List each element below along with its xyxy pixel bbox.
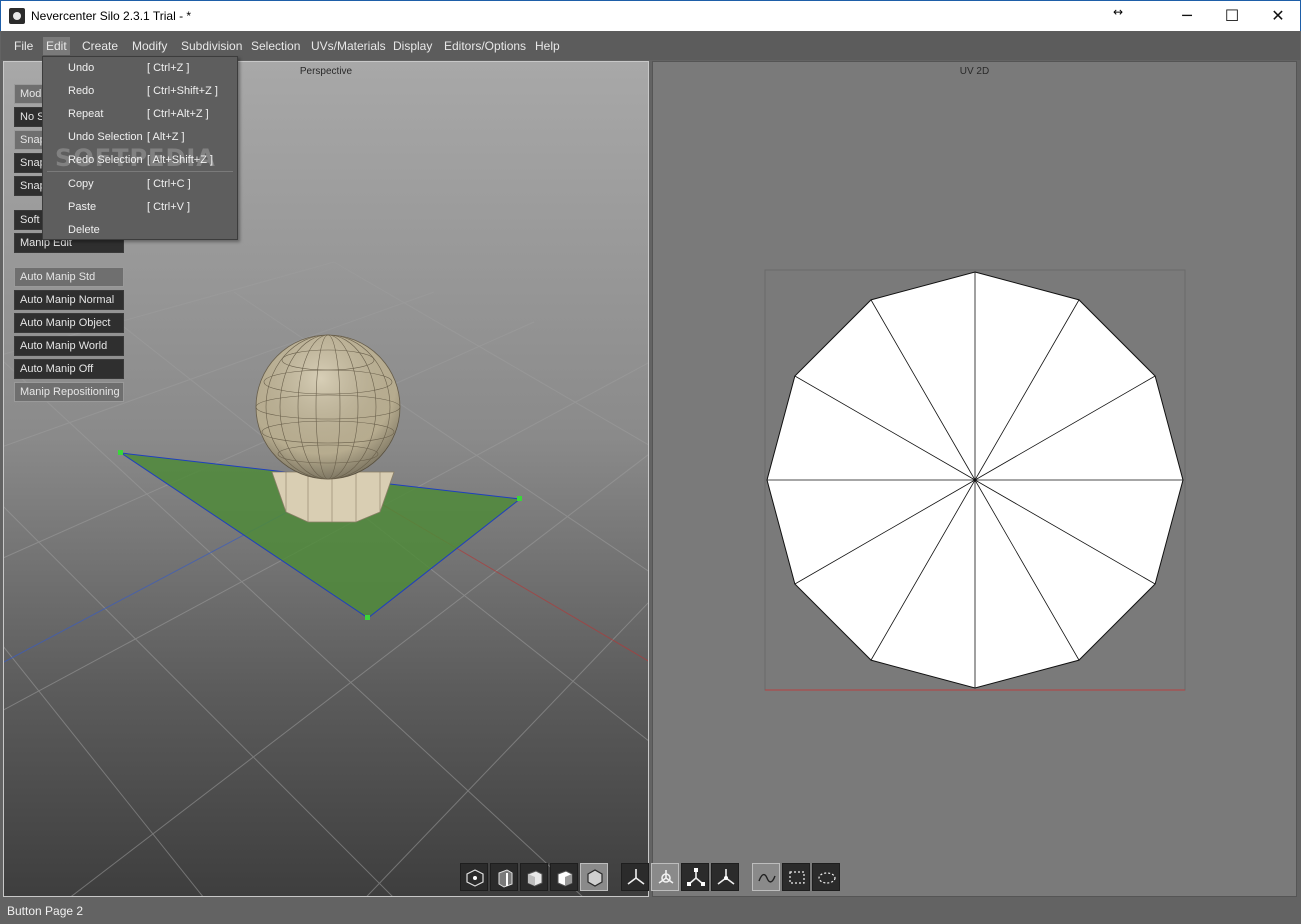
menu-item-delete[interactable]: Delete <box>43 219 237 241</box>
multi-mode-icon[interactable] <box>580 863 608 891</box>
close-button[interactable]: ✕ <box>1255 1 1301 31</box>
uv-polygon[interactable] <box>766 271 1184 689</box>
vertex-handle[interactable] <box>517 496 522 501</box>
move-manip-icon[interactable] <box>621 863 649 891</box>
resize-arrow-icon: ↔ <box>1113 5 1124 19</box>
app-window: Nevercenter Silo 2.3.1 Trial - * ↔ ─ ☐ ✕… <box>0 0 1301 924</box>
menu-item-undo-selection[interactable]: Undo Selection[ Alt+Z ] <box>43 126 237 148</box>
menu-help[interactable]: Help <box>532 37 563 55</box>
window-title: Nevercenter Silo 2.3.1 Trial - * <box>31 9 192 23</box>
menu-selection[interactable]: Selection <box>248 37 303 55</box>
menu-file[interactable]: File <box>11 37 36 55</box>
scale-manip-icon[interactable] <box>681 863 709 891</box>
minimize-button[interactable]: ─ <box>1164 1 1210 31</box>
menu-separator <box>47 171 233 172</box>
rotate-manip-icon[interactable] <box>651 863 679 891</box>
menu-item-redo-selection[interactable]: Redo Selection[ Alt+Shift+Z ] <box>43 149 237 171</box>
status-text: Button Page 2 <box>7 904 84 918</box>
status-bar: Button Page 2 <box>1 899 1300 923</box>
rect-select-icon[interactable] <box>782 863 810 891</box>
title-bar: Nevercenter Silo 2.3.1 Trial - * ↔ ─ ☐ ✕ <box>0 0 1301 31</box>
auto-manip-std-button[interactable]: Auto Manip Std <box>14 267 124 287</box>
edge-mode-icon[interactable] <box>490 863 518 891</box>
menu-item-repeat[interactable]: Repeat[ Ctrl+Alt+Z ] <box>43 103 237 125</box>
paint-select-icon[interactable] <box>812 863 840 891</box>
vertex-mode-icon[interactable] <box>460 863 488 891</box>
vertex-handle[interactable] <box>118 450 123 455</box>
uv-2d-viewport[interactable]: UV 2D <box>652 61 1297 897</box>
edit-menu-dropdown: Undo[ Ctrl+Z ] Redo[ Ctrl+Shift+Z ] Repe… <box>42 56 238 240</box>
menu-display[interactable]: Display <box>390 37 435 55</box>
menu-uvs-materials[interactable]: UVs/Materials <box>308 37 389 55</box>
menu-modify[interactable]: Modify <box>129 37 170 55</box>
object-mode-icon[interactable] <box>550 863 578 891</box>
menu-subdivision[interactable]: Subdivision <box>178 37 245 55</box>
menu-create[interactable]: Create <box>79 37 121 55</box>
app-logo-icon <box>9 8 25 24</box>
menu-item-redo[interactable]: Redo[ Ctrl+Shift+Z ] <box>43 80 237 102</box>
menu-item-copy[interactable]: Copy[ Ctrl+C ] <box>43 173 237 195</box>
face-mode-icon[interactable] <box>520 863 548 891</box>
auto-manip-object-button[interactable]: Auto Manip Object <box>14 313 124 333</box>
auto-manip-world-button[interactable]: Auto Manip World <box>14 336 124 356</box>
uv-canvas <box>764 269 1186 691</box>
menu-item-paste[interactable]: Paste[ Ctrl+V ] <box>43 196 237 218</box>
manip-repositioning-button[interactable]: Manip Repositioning <box>14 382 124 402</box>
auto-manip-off-button[interactable]: Auto Manip Off <box>14 359 124 379</box>
vertex-handle[interactable] <box>365 615 370 620</box>
universal-manip-icon[interactable] <box>711 863 739 891</box>
menu-editors-options[interactable]: Editors/Options <box>441 37 529 55</box>
lasso-select-icon[interactable] <box>752 863 780 891</box>
auto-manip-normal-button[interactable]: Auto Manip Normal <box>14 290 124 310</box>
menu-edit[interactable]: Edit <box>43 37 70 55</box>
maximize-button[interactable]: ☐ <box>1209 1 1255 31</box>
menu-item-undo[interactable]: Undo[ Ctrl+Z ] <box>43 57 237 79</box>
